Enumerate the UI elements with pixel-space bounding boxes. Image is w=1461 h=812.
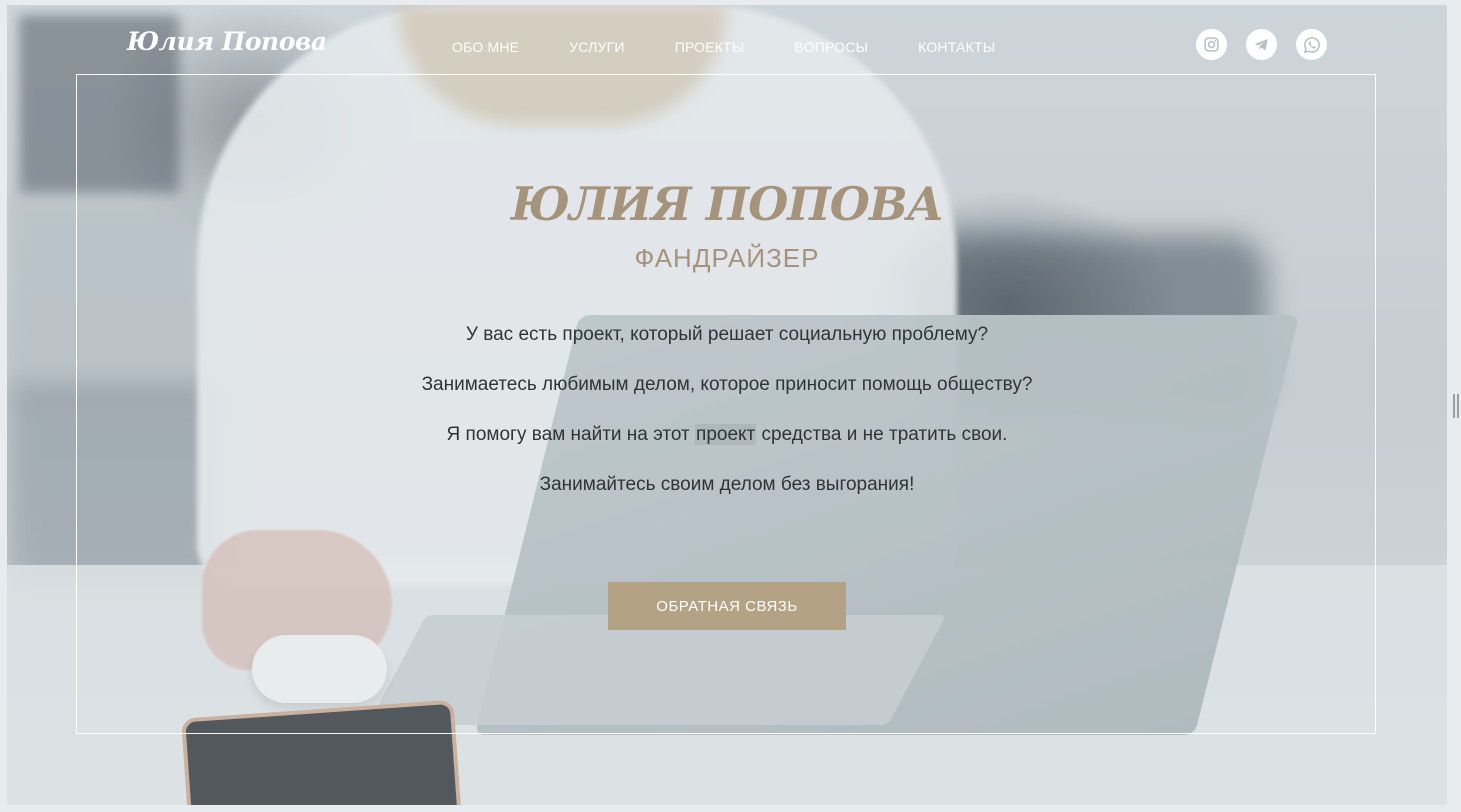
nav-item-services[interactable]: УСЛУГИ (569, 39, 624, 55)
hero-line-part: средства и не тратить свои. (756, 424, 1008, 445)
hero-text: У вас есть проект, который решает социал… (7, 324, 1447, 524)
instagram-icon (1204, 37, 1219, 52)
hero-line: У вас есть проект, который решает социал… (465, 324, 989, 345)
telegram-button[interactable] (1246, 29, 1277, 60)
site-header: Юлия Попова ОБО МНЕ УСЛУГИ ПРОЕКТЫ ВОПРО… (7, 5, 1447, 85)
hero-subtitle: ФАНДРАЙЗЕР (634, 243, 820, 273)
nav-item-about[interactable]: ОБО МНЕ (452, 39, 519, 55)
nav-item-faq[interactable]: ВОПРОСЫ (795, 39, 869, 55)
nav-item-contacts[interactable]: КОНТАКТЫ (918, 39, 995, 55)
telegram-icon (1254, 38, 1268, 51)
hero-line: Занимаетесь любимым делом, которое прино… (421, 374, 1033, 395)
feedback-button[interactable]: ОБРАТНАЯ СВЯЗЬ (608, 582, 846, 630)
hero-line: Я помогу вам найти на этот проект средст… (7, 424, 1447, 446)
social-links (1196, 29, 1346, 60)
page-viewport: Юлия Попова ОБО МНЕ УСЛУГИ ПРОЕКТЫ ВОПРО… (7, 5, 1447, 805)
hero-title: ЮЛИЯ ПОПОВА (510, 177, 944, 231)
hero-line-part: Я помогу вам найти на этот (446, 424, 696, 445)
nav-item-projects[interactable]: ПРОЕКТЫ (675, 39, 745, 55)
hero-line: Занимайтесь своим делом без выгорания! (539, 474, 915, 495)
logo[interactable]: Юлия Попова (127, 27, 327, 56)
resize-handle[interactable] (1453, 394, 1459, 418)
highlighted-word: проект (695, 424, 757, 445)
main-nav: ОБО МНЕ УСЛУГИ ПРОЕКТЫ ВОПРОСЫ КОНТАКТЫ (452, 39, 1045, 55)
whatsapp-button[interactable] (1296, 29, 1327, 60)
whatsapp-icon (1303, 36, 1320, 53)
instagram-button[interactable] (1196, 29, 1227, 60)
